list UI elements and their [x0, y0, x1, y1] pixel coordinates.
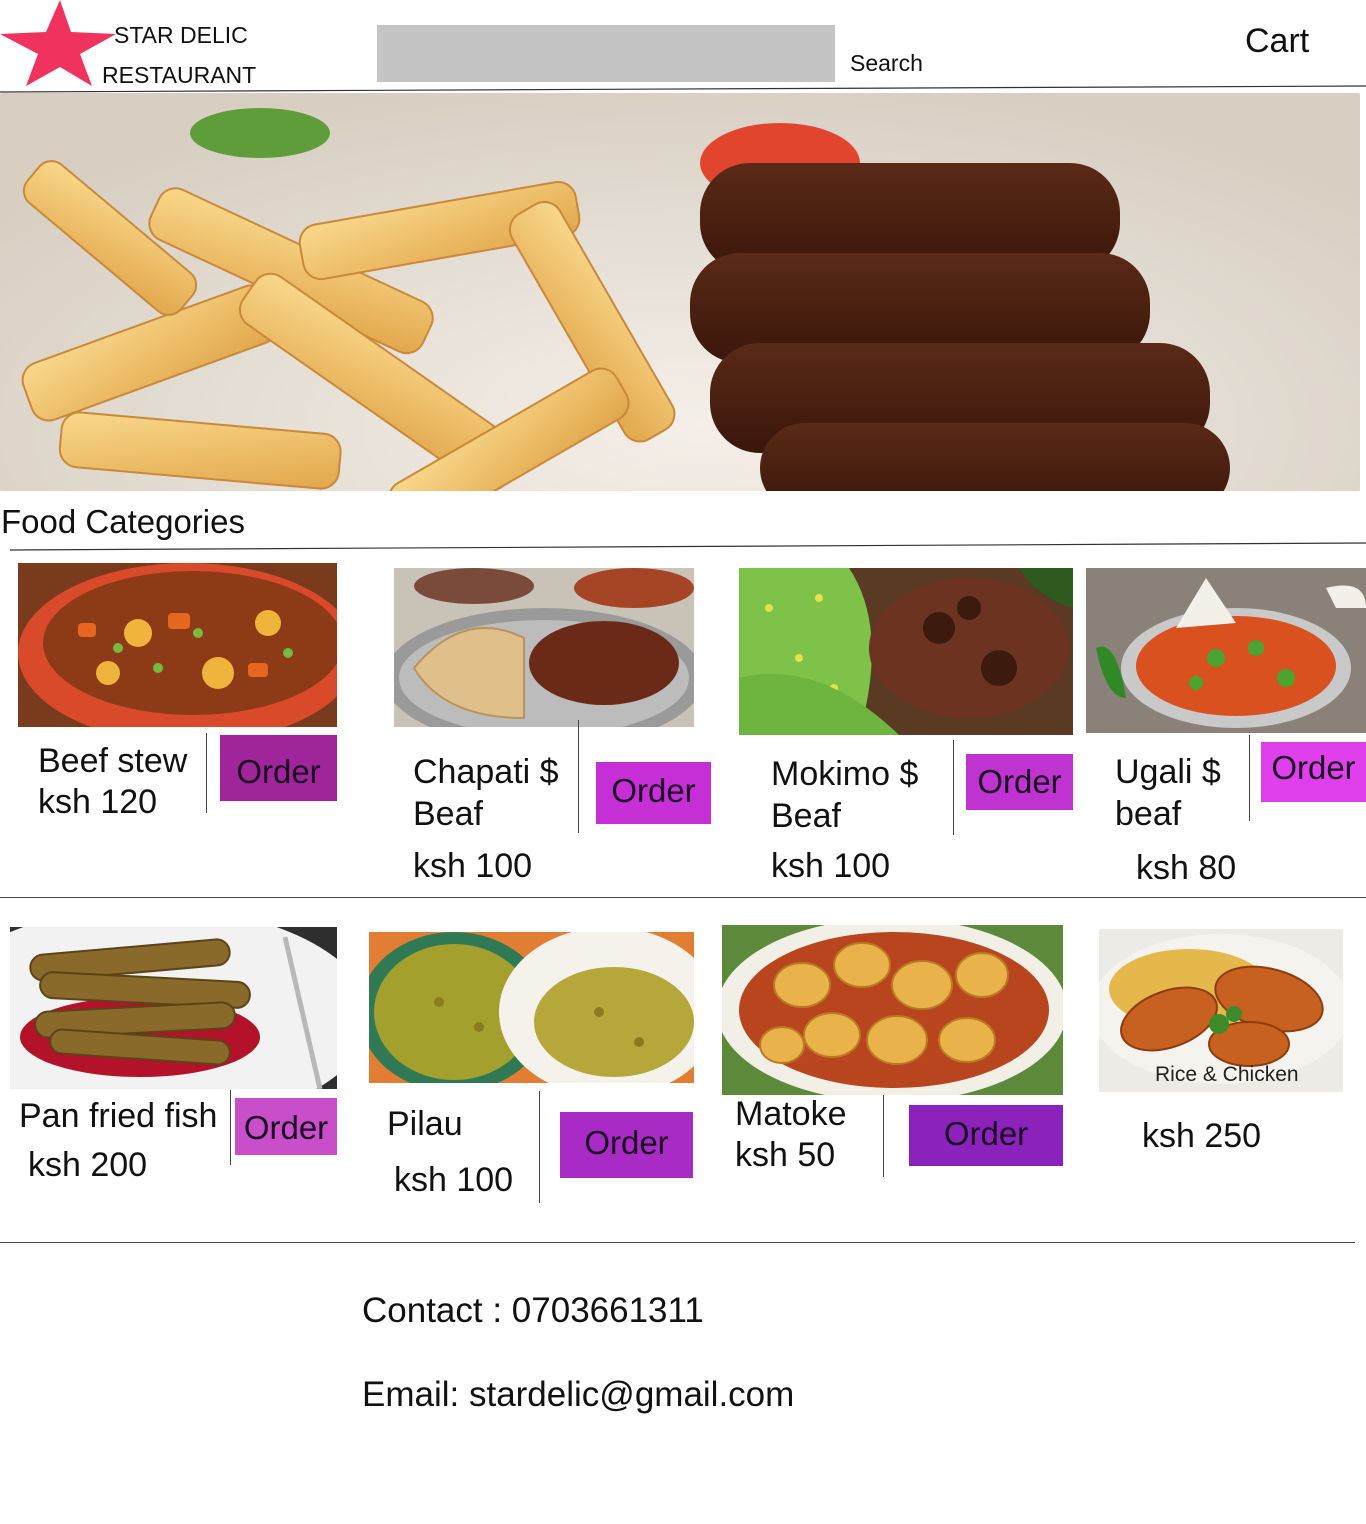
order-button-mokimo-beaf[interactable]: Order	[966, 754, 1073, 810]
row-divider	[0, 897, 1366, 898]
food-price: ksh 100	[413, 847, 533, 885]
order-button-pan-fried-fish[interactable]: Order	[235, 1098, 337, 1155]
food-price: ksh 200	[28, 1146, 148, 1184]
item-separator	[578, 720, 579, 833]
food-name-line2: Beaf	[413, 795, 483, 833]
food-image-beef-stew[interactable]	[18, 563, 337, 727]
food-image-mokimo-beaf[interactable]	[739, 568, 1073, 735]
food-name-line2: beaf	[1115, 795, 1182, 833]
food-price: ksh 120	[38, 783, 158, 821]
section-title-food-categories: Food Categories	[1, 503, 245, 540]
food-image-pan-fried-fish[interactable]	[10, 927, 337, 1089]
order-button-chapati-beaf[interactable]: Order	[596, 762, 711, 824]
item-separator	[883, 1095, 884, 1177]
food-name: Mokimo $	[771, 755, 919, 793]
order-button-pilau[interactable]: Order	[560, 1112, 693, 1178]
image-caption-rice-chicken: Rice & Chicken	[1155, 1063, 1299, 1086]
food-name: Beef stew	[38, 742, 188, 780]
food-name: Ugali $	[1115, 753, 1221, 791]
item-separator	[206, 733, 207, 813]
food-price: ksh 50	[735, 1136, 836, 1174]
food-image-chapati-beaf[interactable]	[394, 568, 694, 727]
food-name: Pan fried fish	[19, 1097, 218, 1135]
food-image-ugali-beaf[interactable]	[1086, 568, 1366, 733]
order-button-beef-stew[interactable]: Order	[220, 735, 337, 801]
cart-link[interactable]: Cart	[1245, 22, 1309, 61]
search-button[interactable]: Search	[850, 50, 923, 77]
contact-phone[interactable]: Contact : 0703661311	[362, 1291, 704, 1331]
brand-name-line1: STAR DELIC	[114, 22, 248, 48]
food-name: Matoke	[735, 1095, 847, 1133]
food-image-pilau[interactable]	[369, 932, 694, 1083]
item-separator	[539, 1091, 540, 1203]
food-image-matoke[interactable]	[722, 925, 1063, 1095]
item-separator	[953, 740, 954, 835]
order-button-matoke[interactable]: Order	[909, 1105, 1063, 1166]
food-price: ksh 100	[394, 1161, 514, 1199]
order-button-ugali-beaf[interactable]: Order	[1261, 742, 1366, 802]
star-logo-icon[interactable]	[0, 0, 118, 86]
section-divider	[9, 542, 1366, 551]
item-separator	[1249, 735, 1250, 821]
item-separator	[230, 1090, 231, 1165]
search-input[interactable]	[377, 25, 835, 82]
food-name: Pilau	[387, 1105, 463, 1143]
row-divider	[0, 1242, 1355, 1243]
food-name: Chapati $	[413, 753, 559, 791]
food-price: ksh 100	[771, 847, 891, 885]
food-price: ksh 250	[1142, 1117, 1262, 1155]
hero-food-image	[0, 93, 1360, 491]
contact-email[interactable]: Email: stardelic@gmail.com	[362, 1375, 794, 1415]
food-price: ksh 80	[1136, 849, 1237, 887]
food-name-line2: Beaf	[771, 797, 841, 835]
